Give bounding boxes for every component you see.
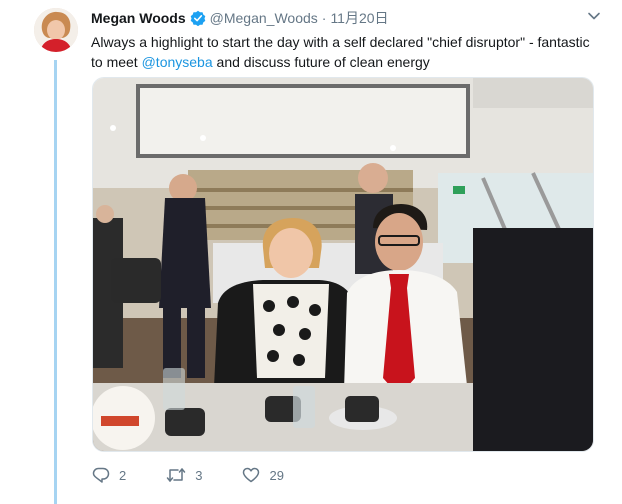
tweet-timestamp[interactable]: 11月20日: [330, 8, 388, 28]
verified-badge-icon: [190, 10, 206, 27]
separator-dot: ·: [321, 10, 327, 26]
retweet-icon: [166, 468, 186, 482]
photo-restaurant-scene: [93, 78, 593, 451]
tweet: Megan Woods @Megan_Woods · 11月20日 Always…: [91, 8, 602, 72]
author-name[interactable]: Megan Woods: [91, 10, 186, 26]
heart-icon: [243, 467, 260, 483]
tweet-actions: 2 3 29: [92, 466, 324, 484]
tweet-photo[interactable]: [92, 77, 594, 452]
avatar-image: [34, 8, 78, 52]
reply-icon: [92, 467, 110, 483]
retweet-button[interactable]: 3: [166, 466, 202, 484]
reply-count: 2: [119, 467, 127, 483]
chevron-down-icon[interactable]: [586, 8, 602, 24]
tweet-text-part2: and discuss future of clean energy: [212, 54, 430, 70]
reply-button[interactable]: 2: [92, 466, 126, 484]
author-handle[interactable]: @Megan_Woods: [210, 10, 318, 26]
mention-link[interactable]: @tonyseba: [142, 54, 213, 70]
like-count: 29: [269, 467, 284, 483]
tweet-header: Megan Woods @Megan_Woods · 11月20日: [91, 8, 602, 28]
retweet-count: 3: [195, 467, 203, 483]
like-button[interactable]: 29: [242, 466, 284, 484]
avatar[interactable]: [34, 8, 78, 52]
thread-line: [54, 60, 57, 504]
tweet-text: Always a highlight to start the day with…: [91, 32, 591, 72]
